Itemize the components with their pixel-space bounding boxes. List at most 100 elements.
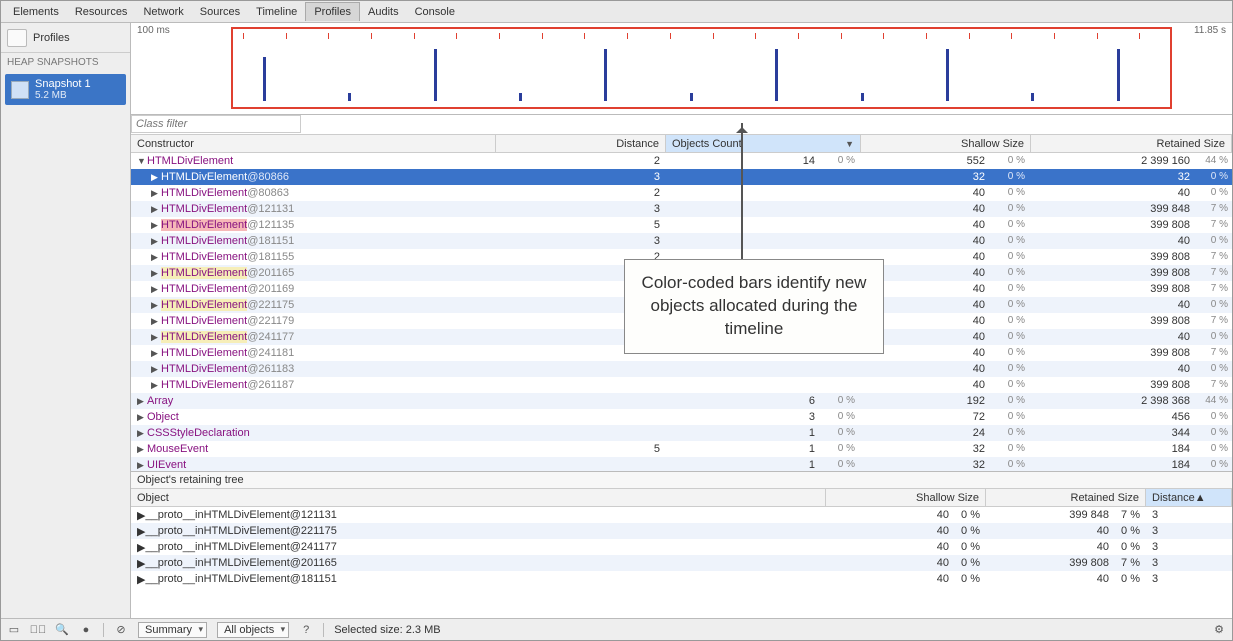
snapshot-item[interactable]: Snapshot 1 5.2 MB (5, 74, 126, 105)
record-icon[interactable]: ● (79, 623, 93, 637)
table-row[interactable]: ▶CSSStyleDeclaration10 %240 %3440 % (131, 425, 1232, 441)
expand-arrow-icon[interactable]: ▶ (151, 268, 161, 279)
expand-arrow-icon[interactable]: ▶ (151, 300, 161, 311)
col-objects-count[interactable]: Objects Count▼ (666, 135, 861, 152)
col-shallow-size[interactable]: Shallow Size (861, 135, 1031, 152)
rcol-distance[interactable]: Distance▲ (1146, 489, 1232, 506)
constructor-name: CSSStyleDeclaration (147, 427, 250, 439)
constructor-name: HTMLDivElement (161, 219, 247, 231)
tab-profiles[interactable]: Profiles (305, 2, 360, 21)
expand-arrow-icon[interactable]: ▼ (137, 156, 147, 166)
tab-timeline[interactable]: Timeline (248, 3, 305, 21)
col-retained-size[interactable]: Retained Size (1031, 135, 1232, 152)
cell-retained: 2 399 16044 % (1031, 155, 1232, 167)
objects-filter-select[interactable]: All objects (217, 622, 289, 638)
clear-icon[interactable]: ⊘ (114, 623, 128, 637)
expand-arrow-icon[interactable]: ▶ (151, 172, 161, 183)
table-row[interactable]: ▶HTMLDivElement @808632400 %400 % (131, 185, 1232, 201)
retain-row[interactable]: ▶__proto__ in HTMLDivElement @181151400 … (131, 571, 1232, 587)
object-address: @261187 (247, 379, 294, 391)
retain-in: in (195, 509, 204, 521)
retain-in: in (195, 541, 204, 553)
table-row[interactable]: ▶MouseEvent510 %320 %1840 % (131, 441, 1232, 457)
dock-icon[interactable]: ▭ (7, 623, 21, 637)
retain-row[interactable]: ▶__proto__ in HTMLDivElement @221175400 … (131, 523, 1232, 539)
gear-icon[interactable]: ⚙ (1212, 623, 1226, 637)
cell-retained: 399 8087 % (1031, 315, 1232, 327)
table-row[interactable]: ▶HTMLDivElement @261183400 %400 % (131, 361, 1232, 377)
retain-shallow: 400 % (826, 541, 986, 553)
console-icon[interactable]: ⟩⃒ (31, 623, 45, 637)
retain-shallow: 400 % (826, 557, 986, 569)
expand-arrow-icon[interactable]: ▶ (137, 412, 147, 423)
table-row[interactable]: ▶Object30 %720 %4560 % (131, 409, 1232, 425)
allocation-bar (434, 49, 437, 101)
object-address: @80863 (247, 187, 289, 199)
table-row[interactable]: ▶HTMLDivElement @1811513400 %400 % (131, 233, 1232, 249)
table-row[interactable]: ▶HTMLDivElement @1211355400 %399 8087 % (131, 217, 1232, 233)
expand-arrow-icon[interactable]: ▶ (151, 252, 161, 263)
expand-arrow-icon[interactable]: ▶ (151, 316, 161, 327)
tab-elements[interactable]: Elements (5, 3, 67, 21)
table-row[interactable]: ▶HTMLDivElement @1211313400 %399 8487 % (131, 201, 1232, 217)
expand-arrow-icon[interactable]: ▶ (137, 428, 147, 439)
rcol-shallow[interactable]: Shallow Size (826, 489, 986, 506)
tab-console[interactable]: Console (407, 3, 463, 21)
retain-prefix: __proto__ (145, 573, 195, 585)
rcol-object[interactable]: Object (131, 489, 826, 506)
retain-address: @221175 (290, 525, 337, 537)
tab-sources[interactable]: Sources (192, 3, 248, 21)
object-address: @241181 (247, 347, 294, 359)
expand-arrow-icon[interactable]: ▶ (151, 332, 161, 343)
table-row[interactable]: ▶HTMLDivElement @808663320 %320 % (131, 169, 1232, 185)
timeline-selection-box[interactable] (231, 27, 1172, 109)
col-constructor[interactable]: Constructor (131, 135, 496, 152)
cell-shallow: 400 % (861, 331, 1031, 343)
help-icon[interactable]: ? (299, 623, 313, 637)
expand-arrow-icon[interactable]: ▶ (151, 380, 161, 391)
retain-row[interactable]: ▶__proto__ in HTMLDivElement @121131400 … (131, 507, 1232, 523)
rcol-retained[interactable]: Retained Size (986, 489, 1146, 506)
cell-distance: 3 (496, 171, 666, 183)
cell-shallow: 400 % (861, 187, 1031, 199)
timeline-tick (1097, 33, 1098, 39)
table-row[interactable]: ▶HTMLDivElement @261187400 %399 8087 % (131, 377, 1232, 393)
cell-shallow: 400 % (861, 363, 1031, 375)
view-select[interactable]: Summary (138, 622, 207, 638)
retaining-tree-title: Object's retaining tree (131, 471, 1232, 489)
table-row[interactable]: ▼HTMLDivElement2140 %5520 %2 399 16044 % (131, 153, 1232, 169)
retain-row[interactable]: ▶__proto__ in HTMLDivElement @241177400 … (131, 539, 1232, 555)
retain-row[interactable]: ▶__proto__ in HTMLDivElement @201165400 … (131, 555, 1232, 571)
expand-arrow-icon[interactable]: ▶ (151, 188, 161, 199)
annotation-arrow (741, 123, 743, 263)
tab-resources[interactable]: Resources (67, 3, 136, 21)
timeline-tick (243, 33, 244, 39)
cell-retained: 399 8087 % (1031, 219, 1232, 231)
class-filter-input[interactable] (131, 115, 301, 133)
constructor-name: MouseEvent (147, 443, 208, 455)
constructor-name: Object (147, 411, 179, 423)
expand-arrow-icon[interactable]: ▶ (137, 396, 147, 407)
allocation-timeline[interactable]: 100 ms 11.85 s (131, 23, 1232, 115)
expand-arrow-icon[interactable]: ▶ (137, 444, 147, 455)
expand-arrow-icon[interactable]: ▶ (151, 348, 161, 359)
table-row[interactable]: ▶Array60 %1920 %2 398 36844 % (131, 393, 1232, 409)
tab-network[interactable]: Network (135, 3, 191, 21)
cell-retained: 399 8087 % (1031, 267, 1232, 279)
cell-shallow: 400 % (861, 379, 1031, 391)
table-row[interactable]: ▶UIEvent10 %320 %1840 % (131, 457, 1232, 471)
expand-arrow-icon[interactable]: ▶ (151, 236, 161, 247)
cell-objects: 10 % (666, 443, 861, 455)
col-distance[interactable]: Distance (496, 135, 666, 152)
expand-arrow-icon[interactable]: ▶ (151, 284, 161, 295)
expand-arrow-icon[interactable]: ▶ (137, 460, 147, 471)
expand-arrow-icon[interactable]: ▶ (151, 220, 161, 231)
search-icon[interactable]: 🔍 (55, 623, 69, 637)
expand-arrow-icon[interactable]: ▶ (151, 364, 161, 375)
retaining-tree-body[interactable]: ▶__proto__ in HTMLDivElement @121131400 … (131, 507, 1232, 593)
sidebar-section-label: HEAP SNAPSHOTS (1, 53, 130, 72)
tab-audits[interactable]: Audits (360, 3, 407, 21)
expand-arrow-icon[interactable]: ▶ (151, 204, 161, 215)
cell-retained: 4560 % (1031, 411, 1232, 423)
cell-distance: 2 (496, 187, 666, 199)
